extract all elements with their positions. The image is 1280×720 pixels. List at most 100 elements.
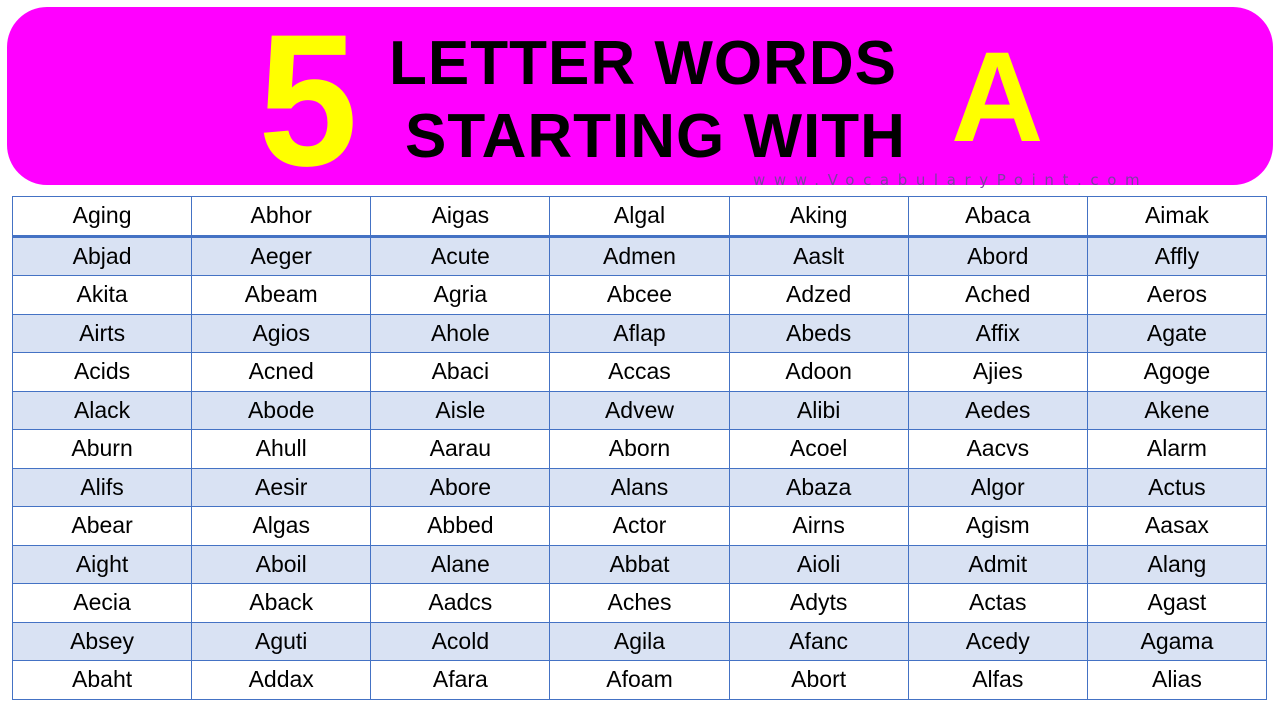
word-cell: Afoam [549,660,730,700]
word-cell: Actus [1086,467,1268,507]
word-cell: Actor [549,506,730,546]
word-cell: Abort [728,660,909,700]
word-cell: Aging [11,196,193,238]
word-cell: Adoon [728,352,909,392]
word-cell: Agama [1086,621,1268,661]
word-cell: Acute [370,235,551,276]
website-watermark: www.VocabularyPoint.com [753,171,1149,189]
table-row: Aight Aboil Alane Abbat Aioli Admit Alang [11,544,1268,584]
word-table: Aging Abhor Aigas Algal Aking Abaca Aimak Abjad… [11,196,1268,700]
word-cell: Aadcs [370,583,551,623]
word-cell: Admen [549,235,730,276]
word-cell: Alibi [728,390,909,430]
word-cell: Acoel [728,429,909,469]
word-cell: Algas [191,506,372,546]
word-cell: Adzed [728,275,909,315]
word-cell: Alans [549,467,730,507]
word-cell: Abear [11,506,193,546]
table-row: Alifs Aesir Abore Alans Abaza Algor Actus [11,467,1268,507]
table-row: Airts Agios Ahole Aflap Abeds Affix Agate [11,313,1268,353]
word-cell: Agate [1086,313,1268,353]
word-cell: Abaht [11,660,193,700]
word-cell: Abode [191,390,372,430]
table-row: Absey Aguti Acold Agila Afanc Acedy Agama [11,621,1268,661]
word-cell: Absey [11,621,193,661]
word-cell: Agast [1086,583,1268,623]
word-cell: Affly [1086,235,1268,276]
word-cell: Aguti [191,621,372,661]
table-row: Aging Abhor Aigas Algal Aking Abaca Aimak [11,196,1268,238]
word-cell: Acedy [907,621,1088,661]
word-cell: Acold [370,621,551,661]
word-cell: Abord [907,235,1088,276]
word-cell: Alang [1086,544,1268,584]
word-cell: Aacvs [907,429,1088,469]
word-cell: Acids [11,352,193,392]
word-cell: Abaci [370,352,551,392]
table-row: Aecia Aback Aadcs Aches Adyts Actas Agast [11,583,1268,623]
word-cell: Airns [728,506,909,546]
table-row: Acids Acned Abaci Accas Adoon Ajies Agoge [11,352,1268,392]
word-cell: Aking [728,196,909,238]
title-banner: 5 LETTER WORDS STARTING WITH A www.Vocab… [7,0,1273,205]
word-cell: Admit [907,544,1088,584]
word-cell: Aight [11,544,193,584]
word-cell: Airts [11,313,193,353]
word-cell: Aisle [370,390,551,430]
word-cell: Acned [191,352,372,392]
word-cell: Abjad [11,235,193,276]
word-cell: Ached [907,275,1088,315]
word-cell: Alack [11,390,193,430]
letter-a: A [951,26,1044,169]
word-cell: Aesir [191,467,372,507]
number-five: 5 [258,0,358,205]
word-cell: Ahull [191,429,372,469]
word-cell: Alfas [907,660,1088,700]
word-cell: Aedes [907,390,1088,430]
word-cell: Aches [549,583,730,623]
word-cell: Aburn [11,429,193,469]
word-cell: Aarau [370,429,551,469]
word-cell: Agila [549,621,730,661]
word-cell: Ahole [370,313,551,353]
word-cell: Aflap [549,313,730,353]
word-cell: Algal [549,196,730,238]
word-cell: Aaslt [728,235,909,276]
word-cell: Akita [11,275,193,315]
word-cell: Advew [549,390,730,430]
word-cell: Aboil [191,544,372,584]
word-cell: Aeger [191,235,372,276]
word-cell: Abbed [370,506,551,546]
title-line-2: STARTING WITH [405,102,906,171]
word-cell: Aback [191,583,372,623]
table-row: Abear Algas Abbed Actor Airns Agism Aasax [11,506,1268,546]
word-cell: Abbat [549,544,730,584]
word-cell: Abaza [728,467,909,507]
word-cell: Alifs [11,467,193,507]
word-cell: Abeam [191,275,372,315]
word-cell: Agoge [1086,352,1268,392]
word-cell: Affix [907,313,1088,353]
word-cell: Abeds [728,313,909,353]
table-row: Akita Abeam Agria Abcee Adzed Ached Aeros [11,275,1268,315]
table-row: Aburn Ahull Aarau Aborn Acoel Aacvs Alarm [11,429,1268,469]
word-cell: Alarm [1086,429,1268,469]
word-cell: Aioli [728,544,909,584]
table-row: Alack Abode Aisle Advew Alibi Aedes Akene [11,390,1268,430]
word-cell: Abaca [907,196,1088,238]
word-cell: Algor [907,467,1088,507]
table-row: Abjad Aeger Acute Admen Aaslt Abord Affly [11,235,1268,276]
word-cell: Agios [191,313,372,353]
word-cell: Abore [370,467,551,507]
word-cell: Alane [370,544,551,584]
word-cell: Alias [1086,660,1268,700]
title-line-1: LETTER WORDS [389,29,897,98]
word-cell: Abhor [191,196,372,238]
word-cell: Actas [907,583,1088,623]
word-cell: Agism [907,506,1088,546]
word-cell: Aeros [1086,275,1268,315]
word-cell: Aborn [549,429,730,469]
word-cell: Abcee [549,275,730,315]
word-cell: Accas [549,352,730,392]
word-cell: Ajies [907,352,1088,392]
